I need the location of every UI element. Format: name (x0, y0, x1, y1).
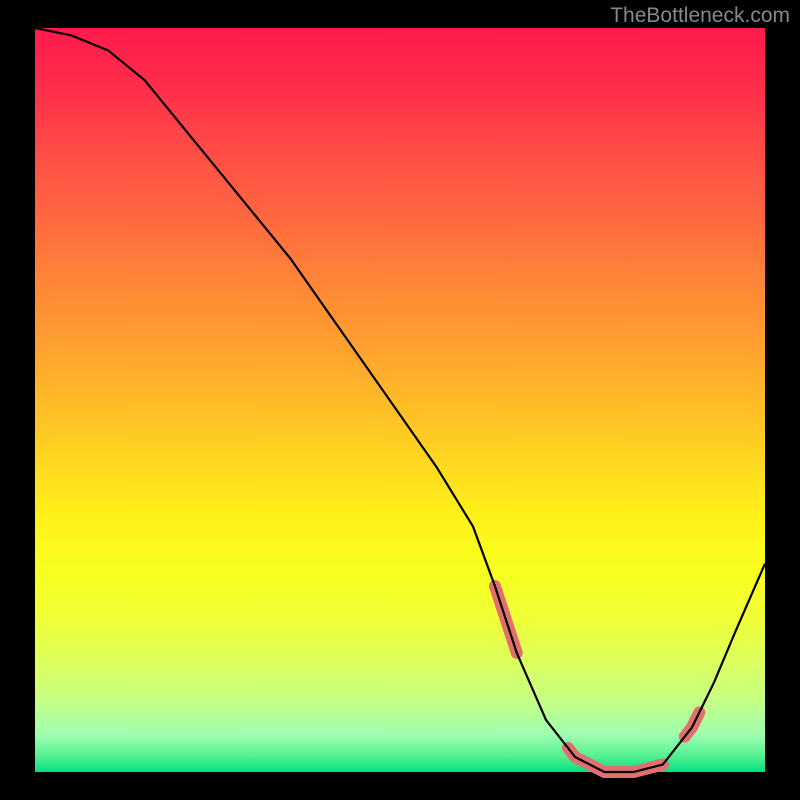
plot-area (35, 28, 765, 772)
watermark-text: TheBottleneck.com (610, 4, 790, 28)
highlight-segments (495, 586, 699, 772)
main-curve (35, 28, 765, 772)
curve-svg (35, 28, 765, 772)
